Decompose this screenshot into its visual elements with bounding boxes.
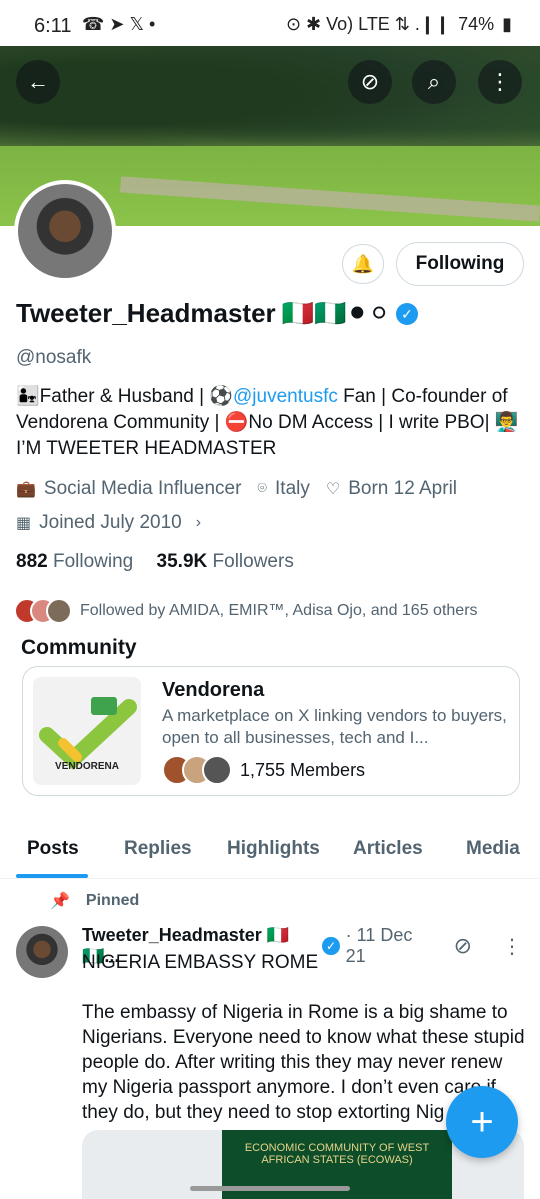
community-members: 1,755 Members [162,755,365,785]
profile-category: Social Media Influencer [43,478,242,499]
status-bar: 6:11 ☎ ➤ 𝕏 • ⊙ ✱ Vo) LTE ⇅ .❙❙ 74% ▮ [0,0,540,46]
plus-icon: + [470,1099,494,1144]
tab-articles[interactable]: Articles [353,838,423,860]
followed-by-row[interactable]: Followed by AMIDA, EMIR™, Adisa Ojo, and… [14,598,478,624]
community-card[interactable]: VENDORENA Vendorena A marketplace on X l… [22,666,520,796]
more-button[interactable]: ⋮ [478,60,522,104]
community-member-count: 1,755 Members [240,759,366,780]
profile-tabs: Posts Replies Highlights Articles Media [0,826,540,879]
chevron-right-icon: › [195,514,202,531]
notification-icons: ☎ ➤ 𝕏 • [82,14,156,34]
tab-replies[interactable]: Replies [124,838,192,860]
bell-icon: 🔔 [351,253,375,274]
status-time: 6:11 [34,15,72,37]
location-icon: ⌾ [257,480,268,497]
follower-avatars [14,598,72,624]
search-button[interactable]: ⌕ [412,60,456,104]
avatar [202,755,232,785]
more-vertical-icon: ⋮ [489,69,511,94]
tab-media[interactable]: Media [466,838,520,860]
avatar [46,598,72,624]
profile-name: Tweeter_Headmaster [16,298,276,328]
profile-birthday: Born 12 April [348,478,458,499]
verified-badge-icon[interactable]: ✓ [395,302,418,325]
community-description: A marketplace on X linking vendors to bu… [162,706,507,747]
following-label: Following [52,551,134,572]
pinned-label-row: 📌 Pinned [50,891,139,911]
post-author-avatar[interactable] [16,926,68,978]
profile-handle: @nosafk [16,347,92,368]
system-icons: ⊙ ✱ Vo) LTE ⇅ .❙❙ [285,14,451,34]
compose-post-button[interactable]: + [446,1086,518,1158]
pinned-label: Pinned [85,892,140,909]
followers-count-link[interactable]: 35.9K Followers [157,551,294,572]
status-right: ⊙ ✱ Vo) LTE ⇅ .❙❙ 74% ▮ [286,14,512,35]
battery-icon: ▮ [502,14,512,34]
followed-by-text: Followed by AMIDA, EMIR™, Adisa Ojo, and… [80,602,478,619]
briefcase-icon: 💼 [16,481,36,498]
active-tab-indicator [16,874,88,878]
calendar-icon: ▦ [16,515,32,532]
profile-bio: 👨‍👧Father & Husband | ⚽@juventusfc Fan |… [16,384,531,462]
profile-avatar[interactable] [14,180,116,282]
following-count: 882 [16,551,48,572]
pin-icon: 📌 [50,893,70,910]
search-icon: ⌕ [427,69,441,94]
community-logo: VENDORENA [33,677,141,785]
community-section-title: Community [21,636,137,659]
following-count-link[interactable]: 882 Following [16,551,133,572]
following-button[interactable]: Following [396,242,524,286]
tab-posts[interactable]: Posts [27,838,79,860]
profile-joined: Joined July 2010 [39,512,182,533]
grok-button[interactable]: ⊘ [348,60,392,104]
follow-counts: 882 Following 35.9K Followers [16,551,294,573]
community-logo-text: VENDORENA [55,761,119,772]
profile-name-row: Tweeter_Headmaster 🇮🇹🇳🇬⚫⚪ ✓ [16,298,418,329]
home-indicator[interactable] [190,1186,350,1191]
member-avatars [162,755,232,785]
balloon-icon: ♡ [325,481,341,498]
bio-text-start: 👨‍👧Father & Husband | ⚽ [16,386,234,407]
community-name: Vendorena [162,679,265,701]
back-button[interactable]: ← [16,60,60,104]
followers-label: Followers [212,551,294,572]
name-emojis: 🇮🇹🇳🇬⚫⚪ [281,298,390,328]
followers-count: 35.9K [156,551,208,572]
notifications-button[interactable]: 🔔 [342,244,384,284]
battery-percent: 74% [458,14,495,34]
profile-location: Italy [275,478,310,499]
profile-meta-row-2[interactable]: ▦ Joined July 2010 › [16,512,201,534]
tab-highlights[interactable]: Highlights [227,838,320,860]
back-arrow-icon: ← [27,69,49,94]
grok-icon: ⊘ [360,69,380,94]
bio-mention-link[interactable]: @juventusfc [233,386,338,407]
profile-meta-row-1: 💼 Social Media Influencer ⌾ Italy ♡ Born… [16,478,457,500]
